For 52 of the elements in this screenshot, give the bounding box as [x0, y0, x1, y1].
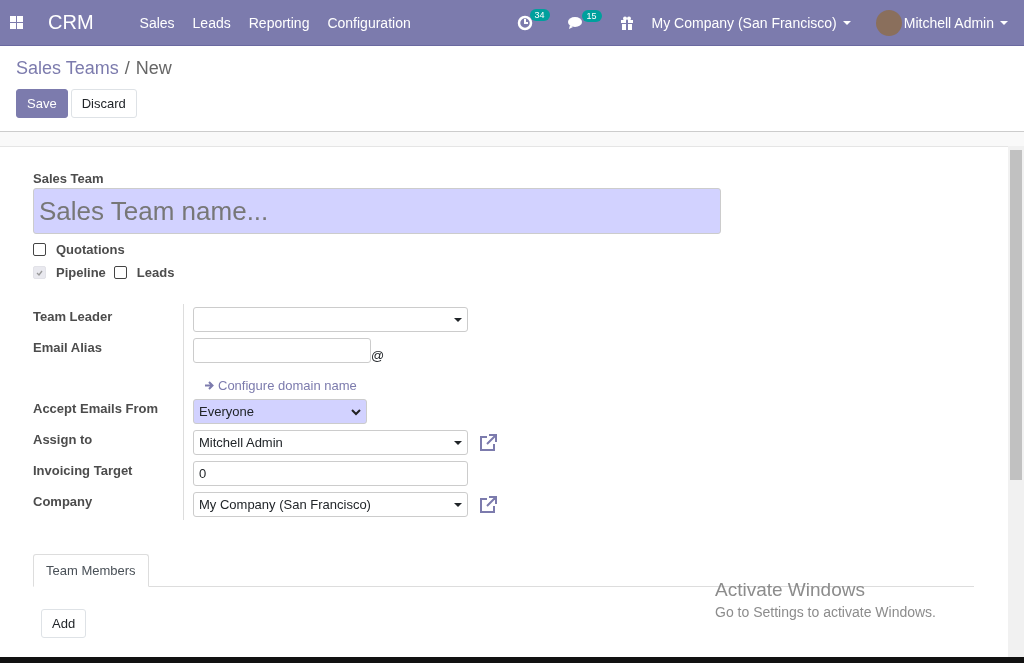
company-switcher[interactable]: My Company (San Francisco)	[651, 14, 851, 31]
chat-icon[interactable]	[567, 15, 585, 30]
scrollbar[interactable]	[1008, 146, 1024, 657]
dropdown-field[interactable]: My Company (San Francisco)	[193, 492, 468, 517]
external-link-icon[interactable]	[478, 494, 498, 515]
checkbox-label: Leads	[136, 265, 175, 280]
app-name[interactable]: CRM	[48, 11, 94, 34]
tab[interactable]: Team Members	[33, 554, 149, 587]
field-label: Email Alias	[33, 340, 102, 355]
menu-item[interactable]: Leads	[192, 14, 231, 31]
checkmark-icon	[36, 269, 43, 276]
dropdown-field[interactable]: Mitchell Admin	[193, 430, 468, 455]
activity-count-badge: 34	[529, 8, 550, 21]
checkbox-label: Quotations	[56, 242, 125, 257]
field-label: Invoicing Target	[33, 463, 133, 478]
at-sign: @	[371, 348, 385, 363]
input-field[interactable]	[193, 338, 371, 363]
breadcrumb-separator: /	[124, 58, 130, 79]
input-field[interactable]: 0	[193, 461, 468, 486]
gift-icon[interactable]	[619, 15, 634, 30]
message-count-badge: 15	[581, 9, 602, 22]
activation-notice-text: Go to Settings to activate Windows.	[715, 604, 936, 620]
clock-icon[interactable]	[516, 14, 533, 31]
field-label: Accept Emails From	[33, 401, 158, 416]
checkbox-label: Pipeline	[56, 265, 106, 280]
scrollbar-thumb[interactable]	[1010, 150, 1022, 480]
field-label: Company	[33, 494, 93, 509]
field-label: Team Leader	[33, 309, 113, 324]
apps-grid-icon[interactable]	[10, 16, 23, 29]
configure-domain-link[interactable]: Configure domain name	[193, 369, 357, 393]
chevron-down-icon	[351, 407, 361, 416]
breadcrumb-item[interactable]: New	[135, 58, 172, 79]
user-menu[interactable]: Mitchell Admin	[903, 14, 1008, 31]
checkbox[interactable]	[113, 266, 127, 279]
checkbox[interactable]	[33, 243, 46, 256]
external-link-icon[interactable]	[478, 432, 498, 453]
breadcrumb-item[interactable]: Sales Teams	[16, 58, 119, 79]
field-label: Assign to	[33, 432, 93, 447]
menu-item[interactable]: Reporting	[248, 14, 310, 31]
menu-item[interactable]: Configuration	[327, 14, 411, 31]
save-button[interactable]: Save	[16, 89, 68, 118]
checkbox-option[interactable]: Leads	[113, 265, 175, 280]
menu-item[interactable]: Sales	[139, 14, 175, 31]
arrow-right-icon	[205, 380, 215, 390]
add-button[interactable]: Add	[41, 609, 87, 638]
discard-button[interactable]: Discard	[70, 89, 137, 118]
select-field[interactable]: Everyone	[193, 399, 367, 424]
field-label: Sales Team	[33, 171, 105, 186]
activation-notice-title: Activate Windows	[715, 579, 866, 601]
dropdown-field[interactable]	[193, 307, 468, 332]
checkbox-option[interactable]: Quotations	[33, 242, 125, 257]
name-input-field[interactable]: Sales Team name...	[33, 188, 721, 234]
